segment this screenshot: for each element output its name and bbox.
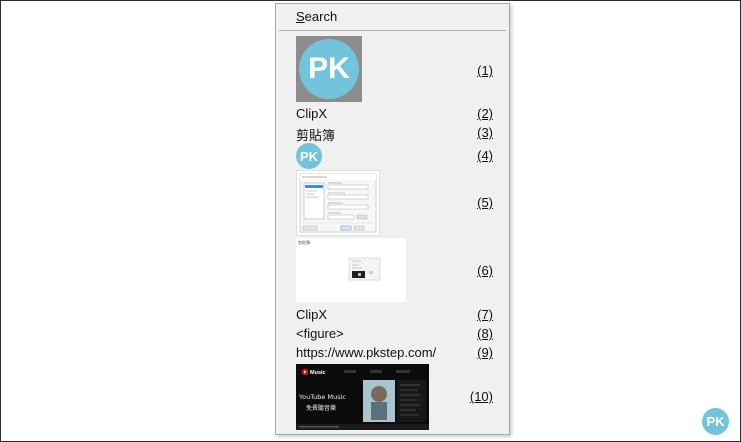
dialog-screenshot-graphic — [299, 173, 377, 233]
svg-text:剪貼簿: 剪貼簿 — [298, 239, 310, 245]
shortcut-label: (3) — [477, 125, 493, 140]
clipboard-history-menu: Search PK (1) ClipX (2) 剪貼簿 (3) PK (4) (… — [275, 3, 510, 435]
svg-text:免費聽音樂: 免費聽音樂 — [306, 404, 336, 412]
menu-item-10[interactable]: Music YouTube Music 免費聽音樂 (10) — [296, 364, 493, 430]
clipboard-screenshot-graphic: 剪貼簿 — [298, 239, 381, 281]
shortcut-label: (7) — [477, 307, 493, 322]
menu-item-5[interactable]: (5) — [296, 170, 493, 236]
menu-item-8[interactable]: <figure> (8) — [296, 325, 493, 343]
shortcut-label: (10) — [469, 389, 493, 404]
youtube-music-screenshot-thumbnail: Music YouTube Music 免費聽音樂 — [296, 364, 429, 430]
menu-separator — [279, 30, 506, 31]
pk-watermark-logo: PK — [702, 408, 729, 435]
menu-item-9[interactable]: https://www.pkstep.com/ (9) — [296, 344, 493, 362]
shortcut-label: (6) — [477, 263, 493, 278]
menu-item-4[interactable]: PK (4) — [296, 143, 493, 169]
menu-item-2[interactable]: ClipX (2) — [296, 105, 493, 123]
pk-logo-icon: PK — [299, 39, 359, 99]
youtube-music-graphic: Music YouTube Music 免費聽音樂 — [296, 364, 429, 430]
svg-text:YouTube Music: YouTube Music — [298, 393, 346, 401]
menu-item-1[interactable]: PK (1) — [296, 36, 493, 102]
dialog-screenshot-thumbnail — [296, 170, 380, 236]
shortcut-label: (2) — [477, 106, 493, 121]
item-text: ClipX — [296, 307, 328, 322]
item-text: <figure> — [296, 326, 344, 341]
menu-item-3[interactable]: 剪貼簿 (3) — [296, 124, 493, 143]
search-label-rest: earch — [304, 9, 338, 24]
shortcut-label: (1) — [477, 63, 493, 78]
shortcut-label: (5) — [477, 195, 493, 210]
pk-logo-image: PK — [296, 36, 362, 102]
shortcut-label: (9) — [477, 345, 493, 360]
item-text: 剪貼簿 — [296, 128, 336, 143]
menu-item-search[interactable]: Search — [296, 9, 337, 24]
search-mnemonic: S — [296, 9, 305, 24]
pk-logo-small-icon: PK — [296, 143, 322, 169]
item-text: https://www.pkstep.com/ — [296, 345, 437, 360]
menu-item-6[interactable]: 剪貼簿 (6) — [296, 238, 493, 304]
shortcut-label: (8) — [477, 326, 493, 341]
svg-text:Music: Music — [310, 370, 326, 376]
shortcut-label: (4) — [477, 148, 493, 163]
clipboard-screenshot-thumbnail: 剪貼簿 — [296, 238, 406, 302]
menu-item-7[interactable]: ClipX (7) — [296, 306, 493, 324]
item-text: ClipX — [296, 106, 328, 121]
